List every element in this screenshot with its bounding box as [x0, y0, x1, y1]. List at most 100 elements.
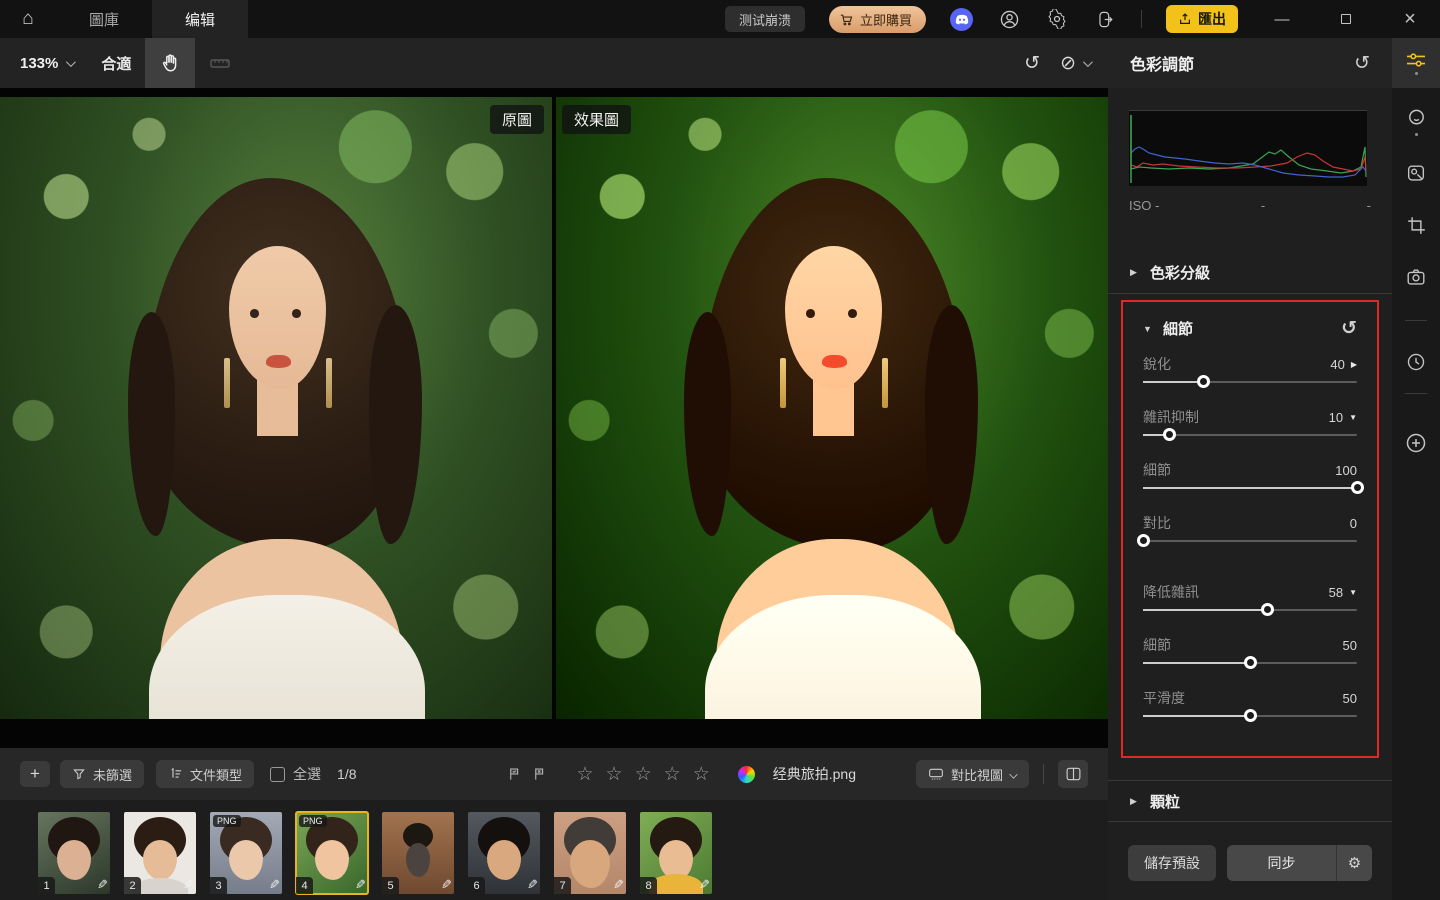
settings-button[interactable] — [1045, 7, 1069, 31]
detail-section-highlighted: ▼ 細節 ↺ 銳化 40 ▶ 雜訊抑制 10 ▼ 細節 100 對比 0 降低雜… — [1121, 300, 1379, 758]
filmstrip-thumbnail-3[interactable]: PNG 3 ✎ — [210, 812, 282, 894]
filmstrip-thumbnail-6[interactable]: 6 ✎ — [468, 812, 540, 894]
preview-toggle-button[interactable]: ⊘ — [1060, 54, 1093, 73]
logout-button[interactable] — [1093, 7, 1117, 31]
select-all-label: 全選 — [293, 766, 322, 782]
reset-panel-icon[interactable]: ↺ — [1354, 54, 1370, 73]
home-button[interactable]: ⌂ — [0, 0, 56, 38]
slider-handle[interactable] — [1244, 709, 1257, 722]
slider-handle[interactable] — [1244, 656, 1257, 669]
add-photos-button[interactable]: + — [20, 761, 50, 787]
filmstrip-thumbnail-7[interactable]: 7 ✎ — [554, 812, 626, 894]
thumbnail-photo — [315, 839, 349, 880]
slider-handle[interactable] — [1351, 481, 1364, 494]
edit-pencil-icon[interactable]: ✎ — [699, 877, 710, 893]
buy-now-button[interactable]: 立即購買 — [828, 5, 926, 33]
star-rating-3[interactable]: ☆ — [635, 763, 654, 786]
rail-adjustments-button[interactable] — [1392, 38, 1440, 88]
rail-filters-button[interactable] — [1392, 154, 1440, 192]
sliders-icon — [1407, 53, 1425, 67]
rail-camera-button[interactable] — [1392, 258, 1440, 296]
edit-pencil-icon[interactable]: ✎ — [355, 877, 366, 893]
slider-handle[interactable] — [1137, 534, 1150, 547]
rail-divider — [1405, 320, 1427, 321]
slider-track[interactable] — [1143, 375, 1357, 388]
maximize-button[interactable] — [1326, 0, 1366, 38]
slider-noise-reduction: 降低雜訊 58 ▼ — [1143, 582, 1357, 620]
thumbnail-number: 8 — [640, 877, 657, 894]
compare-view-dropdown[interactable]: 對比視圖 — [915, 760, 1029, 788]
triangle-down-icon: ▼ — [1349, 412, 1357, 422]
section-color-grading[interactable]: ▶ 色彩分級 — [1108, 252, 1392, 294]
star-rating-1[interactable]: ☆ — [577, 763, 596, 786]
filmstrip-thumbnail-8[interactable]: 8 ✎ — [640, 812, 712, 894]
canvas-area: 原圖 效果圖 — [0, 88, 1108, 748]
star-rating-4[interactable]: ☆ — [664, 763, 683, 786]
star-rating-2[interactable]: ☆ — [606, 763, 625, 786]
filmstrip-thumbnail-5[interactable]: 5 ✎ — [382, 812, 454, 894]
star-rating-5[interactable]: ☆ — [693, 763, 712, 786]
slider-value[interactable]: 58 ▼ — [1329, 585, 1357, 600]
color-label-icon[interactable] — [737, 765, 755, 783]
tab-edit[interactable]: 编辑 — [152, 0, 248, 38]
section-detail[interactable]: ▼ 細節 ↺ — [1135, 314, 1365, 339]
effect-image-pane[interactable]: 效果圖 — [556, 97, 1108, 719]
filmstrip-thumbnail-1[interactable]: 1 ✎ — [38, 812, 110, 894]
slider-track[interactable] — [1143, 656, 1357, 669]
export-button[interactable]: 匯出 — [1166, 5, 1238, 33]
discord-icon[interactable] — [950, 7, 973, 31]
edit-pencil-icon[interactable]: ✎ — [527, 877, 538, 893]
slider-detail-1: 細節 100 — [1143, 460, 1364, 498]
exif-info-row: ISO - - - — [1129, 198, 1371, 213]
edit-pencil-icon[interactable]: ✎ — [97, 877, 108, 893]
slider-value[interactable]: 10 ▼ — [1329, 410, 1357, 425]
minimize-button[interactable]: — — [1262, 0, 1302, 38]
reset-detail-icon[interactable]: ↺ — [1341, 319, 1357, 338]
test-crash-button[interactable]: 测试崩溃 — [724, 6, 805, 32]
thumbnail-number: 5 — [382, 877, 399, 894]
slider-handle[interactable] — [1261, 603, 1275, 616]
edit-pencil-icon[interactable]: ✎ — [613, 877, 624, 893]
hand-tool-button[interactable] — [145, 38, 196, 88]
slider-handle[interactable] — [1196, 375, 1210, 388]
close-button[interactable]: × — [1390, 0, 1430, 38]
reset-adjustments-icon[interactable]: ↺ — [1024, 54, 1040, 73]
original-image-pane[interactable]: 原圖 — [0, 97, 552, 719]
edit-pencil-icon[interactable]: ✎ — [269, 877, 280, 893]
slider-track[interactable] — [1143, 481, 1364, 494]
file-type-sort-button[interactable]: 文件類型 — [156, 760, 255, 788]
slider-track[interactable] — [1137, 534, 1357, 547]
slider-track[interactable] — [1143, 603, 1357, 616]
edit-pencil-icon[interactable]: ✎ — [441, 877, 452, 893]
slider-track[interactable] — [1143, 428, 1357, 441]
slider-handle[interactable] — [1162, 428, 1176, 441]
rail-portrait-button[interactable] — [1392, 102, 1440, 140]
rail-add-button[interactable] — [1392, 424, 1440, 462]
rail-divider — [1405, 393, 1427, 394]
shutter-value: - — [1366, 198, 1371, 213]
filmstrip-controls: + 未篩選 文件類型 全選 1/8 ☆ ☆ ☆ ☆ ☆ 经典旅拍.png 對比視… — [0, 748, 1108, 800]
rail-crop-button[interactable] — [1392, 206, 1440, 244]
sync-button[interactable]: 同步 — [1227, 845, 1337, 881]
flag-pick-icon[interactable] — [507, 766, 522, 782]
slider-value[interactable]: 40 ▶ — [1330, 357, 1357, 372]
tab-library[interactable]: 圖庫 — [56, 0, 152, 38]
account-button[interactable] — [997, 7, 1021, 31]
split-view-button[interactable] — [1058, 760, 1088, 788]
edit-pencil-icon[interactable]: ✎ — [183, 877, 194, 893]
flag-reject-icon[interactable] — [532, 766, 547, 782]
save-preset-button[interactable]: 儲存預設 — [1128, 845, 1216, 881]
section-grain[interactable]: ▶ 顆粒 — [1108, 780, 1392, 822]
sync-settings-button[interactable]: ⚙ — [1337, 845, 1372, 881]
filmstrip-thumbnail-2[interactable]: 2 ✎ — [124, 812, 196, 894]
funnel-icon — [73, 769, 85, 780]
select-all-checkbox[interactable] — [270, 766, 286, 782]
filter-button[interactable]: 未篩選 — [60, 760, 145, 788]
filmstrip-thumbnail-4-selected[interactable]: PNG 4 ✎ — [295, 811, 369, 895]
slider-track[interactable] — [1143, 709, 1357, 722]
photo-count: 1/8 — [337, 766, 357, 782]
fit-view-button[interactable]: 合適 — [87, 53, 145, 74]
thumbnail-photo — [57, 839, 91, 880]
rail-history-button[interactable] — [1392, 343, 1440, 381]
zoom-level-dropdown[interactable]: 133% — [0, 55, 87, 72]
